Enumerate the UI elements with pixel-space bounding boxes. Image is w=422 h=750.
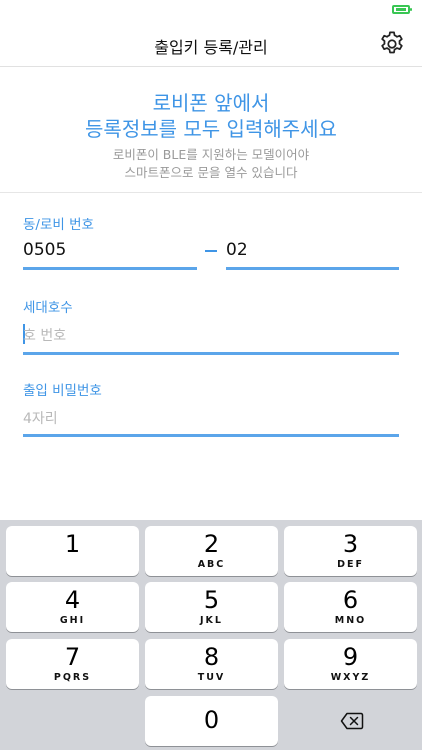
- key-letters: ABC: [197, 559, 226, 570]
- key-0[interactable]: 0: [145, 696, 278, 746]
- instruction-headline-line1: 로비폰 앞에서: [152, 91, 270, 115]
- key-letters: PQRS: [53, 672, 92, 683]
- key-6[interactable]: 6 MNO: [284, 582, 417, 632]
- key-2[interactable]: 2 ABC: [145, 526, 278, 576]
- key-letters: WXYZ: [330, 672, 371, 683]
- key-letters: GHI: [59, 615, 86, 626]
- key-digit: 3: [342, 530, 359, 558]
- battery-icon: [392, 5, 412, 14]
- key-letters: JKL: [200, 615, 223, 626]
- key-7[interactable]: 7 PQRS: [6, 639, 139, 689]
- key-4[interactable]: 4 GHI: [6, 582, 139, 632]
- numeric-keypad: 1 2 ABC 3 DEF 4 GHI 5 JKL 6 MNO 7 PQRS 8…: [0, 520, 422, 750]
- dong-lobby-separator: [205, 250, 217, 252]
- password-underline: [23, 434, 399, 437]
- lobby-number-underline: [226, 267, 399, 270]
- instruction-headline-line2: 등록정보를 모두 입력해주세요: [85, 117, 337, 141]
- backspace-icon: [340, 712, 364, 730]
- key-digit: 9: [342, 643, 359, 671]
- page-title: 출입키 등록/관리: [154, 38, 268, 57]
- key-5[interactable]: 5 JKL: [145, 582, 278, 632]
- key-digit: 4: [64, 586, 81, 614]
- key-9[interactable]: 9 WXYZ: [284, 639, 417, 689]
- delete-button[interactable]: [284, 696, 417, 746]
- password-input[interactable]: 4자리: [23, 408, 58, 428]
- key-digit: 1: [64, 530, 81, 558]
- instruction-note-line1: 로비폰이 BLE를 지원하는 모델이어야: [112, 147, 310, 162]
- key-digit: 5: [203, 586, 220, 614]
- key-3[interactable]: 3 DEF: [284, 526, 417, 576]
- key-digit: 2: [203, 530, 220, 558]
- key-digit: 0: [203, 706, 220, 734]
- instruction-note-line2: 스마트폰으로 문을 열수 있습니다: [124, 165, 298, 180]
- unit-number-input[interactable]: 호 번호: [23, 325, 66, 345]
- unit-number-underline: [23, 352, 399, 355]
- dong-lobby-label: 동/로비 번호: [23, 217, 94, 233]
- key-digit: 8: [203, 643, 220, 671]
- key-digit: 6: [342, 586, 359, 614]
- unit-number-label: 세대호수: [23, 300, 73, 316]
- key-digit: 7: [64, 643, 81, 671]
- dong-number-underline: [23, 267, 197, 270]
- lobby-number-input[interactable]: 02: [226, 240, 248, 260]
- status-bar: [0, 0, 422, 22]
- key-letters: MNO: [334, 615, 367, 626]
- key-letters: TUV: [197, 672, 226, 683]
- password-label: 출입 비밀번호: [23, 383, 102, 399]
- dong-number-input[interactable]: 0505: [23, 240, 66, 260]
- gear-icon[interactable]: [378, 30, 406, 58]
- key-1[interactable]: 1: [6, 526, 139, 576]
- section-divider: [0, 192, 422, 193]
- navigation-bar: 출입키 등록/관리: [0, 22, 422, 67]
- key-letters: DEF: [337, 559, 364, 570]
- key-8[interactable]: 8 TUV: [145, 639, 278, 689]
